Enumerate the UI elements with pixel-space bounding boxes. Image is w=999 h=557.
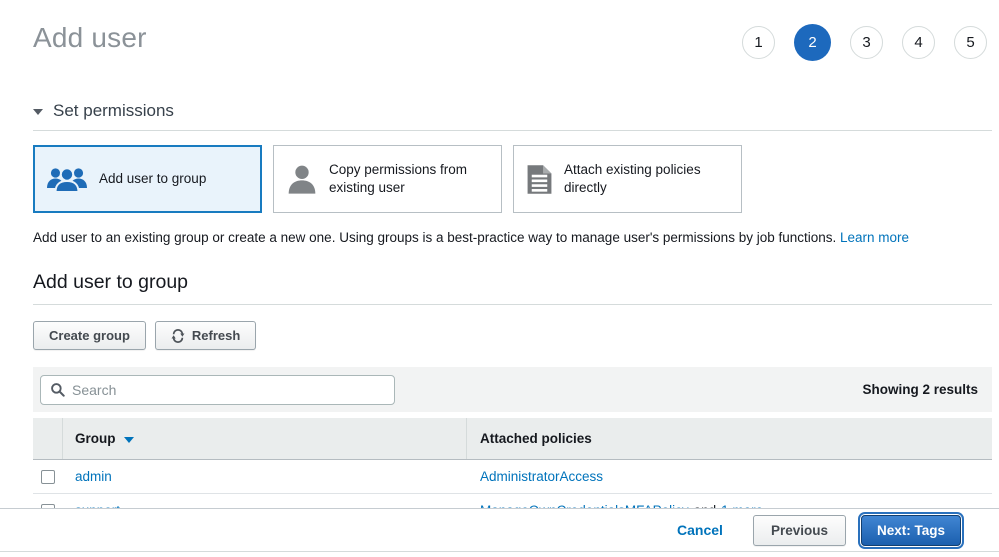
- set-permissions-section-header[interactable]: Set permissions: [33, 101, 992, 131]
- sort-desc-icon: [124, 437, 134, 443]
- create-group-label: Create group: [49, 328, 130, 343]
- description-text: Add user to an existing group or create …: [33, 230, 836, 245]
- tile-copy-permissions[interactable]: Copy permissions from existing user: [273, 145, 502, 213]
- next-label: Next: Tags: [877, 523, 945, 538]
- policy-document-icon: [526, 164, 553, 195]
- previous-label: Previous: [771, 523, 828, 538]
- add-user-wizard: Add user 1 2 3 4 5 Set permissions: [0, 0, 999, 557]
- wizard-footer: Cancel Previous Next: Tags: [0, 508, 999, 552]
- collapse-triangle-icon: [33, 109, 43, 115]
- tile-add-user-to-group[interactable]: Add user to group: [33, 145, 262, 213]
- table-header-row: Group Attached policies: [33, 418, 992, 460]
- tile-label: Attach existing policies directly: [564, 161, 729, 196]
- group-cell: admin: [63, 460, 467, 493]
- search-icon: [50, 382, 65, 397]
- wizard-step-indicator: 1 2 3 4 5: [742, 24, 987, 61]
- row-checkbox-cell: [33, 460, 63, 493]
- user-group-icon: [46, 165, 88, 193]
- next-tags-button[interactable]: Next: Tags: [861, 515, 961, 546]
- group-section-title: Add user to group: [33, 271, 992, 305]
- search-input[interactable]: [72, 382, 385, 398]
- column-header-attached-policies: Attached policies: [467, 418, 992, 459]
- tile-attach-policies[interactable]: Attach existing policies directly: [513, 145, 742, 213]
- learn-more-link[interactable]: Learn more: [840, 230, 909, 245]
- tile-label: Add user to group: [99, 170, 206, 188]
- column-label: Attached policies: [480, 431, 592, 446]
- section-title: Set permissions: [53, 101, 174, 121]
- policies-cell: AdministratorAccess: [467, 460, 992, 493]
- refresh-button[interactable]: Refresh: [155, 321, 256, 350]
- step-2-active[interactable]: 2: [794, 24, 831, 61]
- table-search-band: Showing 2 results: [33, 367, 992, 412]
- page-title: Add user: [33, 22, 147, 54]
- column-header-group[interactable]: Group: [63, 418, 467, 459]
- step-5[interactable]: 5: [954, 26, 987, 59]
- group-toolbar: Create group Refresh: [33, 321, 992, 350]
- search-box[interactable]: [40, 375, 395, 405]
- cancel-link[interactable]: Cancel: [677, 522, 723, 538]
- results-count: Showing 2 results: [862, 382, 978, 397]
- header-checkbox-cell: [33, 418, 63, 459]
- policy-link[interactable]: AdministratorAccess: [480, 469, 603, 484]
- user-icon: [286, 163, 318, 195]
- row-checkbox[interactable]: [41, 470, 55, 484]
- step-4[interactable]: 4: [902, 26, 935, 59]
- page-header: Add user 1 2 3 4 5: [33, 0, 992, 61]
- table-row-admin[interactable]: admin AdministratorAccess: [33, 460, 992, 494]
- group-link[interactable]: admin: [75, 469, 112, 484]
- refresh-label: Refresh: [192, 328, 240, 343]
- refresh-icon: [171, 329, 185, 343]
- create-group-button[interactable]: Create group: [33, 321, 146, 350]
- column-label: Group: [75, 431, 116, 446]
- tile-label: Copy permissions from existing user: [329, 161, 489, 196]
- permissions-description: Add user to an existing group or create …: [33, 230, 992, 245]
- permission-option-tiles: Add user to group Copy permissions from …: [33, 145, 992, 213]
- step-3[interactable]: 3: [850, 26, 883, 59]
- previous-button[interactable]: Previous: [753, 515, 846, 546]
- step-1[interactable]: 1: [742, 26, 775, 59]
